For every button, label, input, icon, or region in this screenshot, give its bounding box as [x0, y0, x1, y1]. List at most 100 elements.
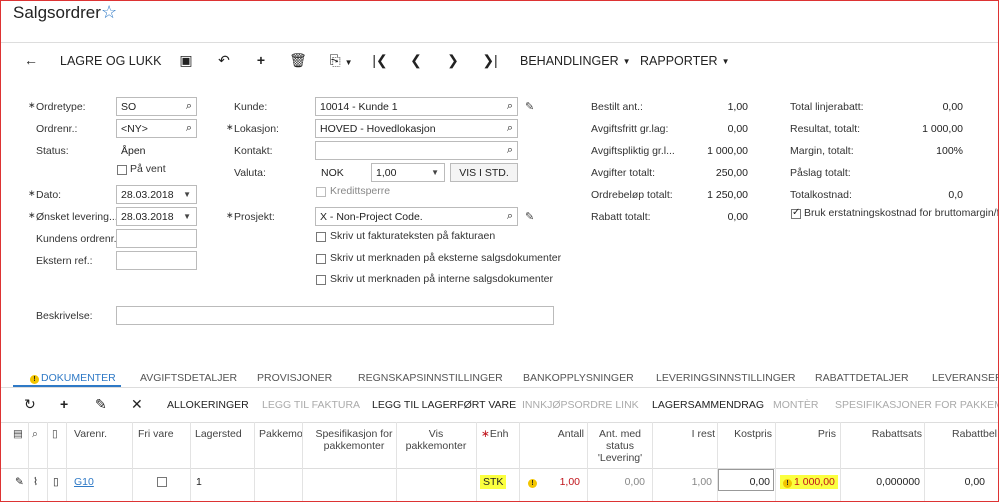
col-item[interactable]: Varenr. [74, 428, 107, 440]
tab-discount-details[interactable]: RABATTDETALJER [815, 372, 909, 384]
delete-row-icon[interactable]: ✕ [131, 396, 143, 413]
col-uom[interactable]: ∗Enh [481, 428, 509, 440]
currency-rate-field[interactable]: 1,00 ▼ [371, 163, 445, 182]
back-arrow-icon[interactable]: ← [22, 52, 40, 68]
replacement-cost-checkbox[interactable] [791, 207, 801, 219]
row-free-item-checkbox[interactable] [157, 477, 167, 487]
summary-value: 0,00 [942, 101, 963, 113]
tab-tax-details[interactable]: AVGIFTSDETALJER [140, 372, 237, 384]
row-note-icon[interactable]: ▯ [53, 476, 59, 488]
ext-ref-field[interactable] [116, 251, 197, 270]
col-open[interactable]: I rest [655, 428, 715, 440]
search-icon[interactable]: ⌕ [507, 210, 513, 223]
tab-shipping-settings[interactable]: LEVERINGSINNSTILLINGER [656, 372, 795, 384]
chevron-down-icon[interactable]: ▼ [183, 190, 191, 199]
status-label: Status: [36, 145, 69, 157]
chevron-down-icon[interactable]: ▼ [183, 212, 191, 221]
order-nbr-field[interactable]: <NY> ⌕ [116, 119, 197, 138]
last-record-icon[interactable]: ❯| [481, 52, 499, 69]
col-discount-pct[interactable]: Rabattsats [840, 428, 922, 440]
chevron-down-icon: ▼ [622, 56, 631, 66]
col-qty-ship[interactable]: Ant. med status 'Levering' [592, 428, 648, 464]
allocations-button[interactable]: ALLOKERINGER [167, 399, 249, 411]
tab-commissions[interactable]: PROVISJONER [257, 372, 332, 384]
col-show-kit[interactable]: Vis pakkemonter [404, 428, 468, 452]
assemble-button[interactable]: MONTÈR [773, 399, 819, 411]
search-icon[interactable]: ⌕ [507, 122, 513, 135]
print-external-checkbox[interactable] [316, 254, 326, 264]
undo-icon[interactable]: ↶ [215, 52, 233, 69]
edit-pencil-icon[interactable]: ✎ [525, 100, 534, 113]
print-internal-checkbox[interactable] [316, 275, 326, 285]
summary-label: Rabatt totalt: [591, 211, 651, 223]
credit-hold-checkbox[interactable] [316, 187, 326, 197]
search-icon[interactable]: ⌕ [507, 100, 513, 113]
on-hold-checkbox[interactable] [117, 165, 127, 175]
summary-label: Avgifter totalt: [591, 167, 656, 179]
save-icon[interactable]: ▣ [177, 52, 195, 69]
favorite-star-icon[interactable]: ☆ [101, 2, 117, 23]
row-qty: 1,00 [559, 476, 580, 488]
first-record-icon[interactable]: |❮ [371, 52, 389, 69]
row-discount-amount: 0,00 [964, 476, 985, 488]
edit-icon[interactable]: ✎ [95, 396, 107, 413]
save-close-button[interactable]: LAGRE OG LUKK [60, 52, 161, 70]
cust-order-field[interactable] [116, 229, 197, 248]
col-cost[interactable]: Kostpris [719, 428, 772, 440]
col-discount-amount[interactable]: Rabattbel [925, 428, 997, 440]
search-icon[interactable]: ⌕ [507, 144, 513, 157]
add-row-icon[interactable]: + [60, 396, 68, 412]
col-free-item[interactable]: Fri vare [138, 428, 174, 440]
inventory-summary-button[interactable]: LAGERSAMMENDRAG [652, 399, 764, 411]
contact-field[interactable]: ⌕ [315, 141, 518, 160]
tab-payment-settings[interactable]: BANKOPPLYSNINGER [523, 372, 634, 384]
row-attachment-icon[interactable]: ⌇ [33, 476, 38, 488]
row-warning-icon: ! [528, 476, 539, 488]
next-record-icon[interactable]: ❯ [444, 52, 462, 69]
project-field[interactable]: X - Non-Project Code. ⌕ [315, 207, 518, 226]
copy-paste-icon[interactable]: ⎘ ▼ [326, 52, 356, 69]
previous-record-icon[interactable]: ❮ [407, 52, 425, 69]
po-link-button[interactable]: INNKJØPSORDRE LINK [522, 399, 639, 411]
title-divider [0, 42, 999, 43]
col-price[interactable]: Pris [776, 428, 836, 440]
col-warehouse[interactable]: Lagersted [195, 428, 242, 440]
tab-shipments[interactable]: LEVERANSER [932, 372, 999, 384]
row-discount-pct: 0,000000 [876, 476, 920, 488]
col-kit[interactable]: Pakkemo [259, 428, 303, 440]
tab-documents[interactable]: ! DOKUMENTER [30, 372, 116, 384]
delete-icon[interactable]: 🗑 [289, 52, 307, 69]
tab-label: DOKUMENTER [41, 372, 116, 384]
row-edit-icon[interactable]: ✎ [15, 476, 24, 488]
row-qty-ship: 0,00 [624, 476, 645, 488]
date-value: 28.03.2018 [121, 189, 174, 201]
project-value: X - Non-Project Code. [320, 211, 423, 223]
processing-label: BEHANDLINGER [520, 54, 619, 68]
search-icon[interactable]: ⌕ [186, 122, 192, 135]
add-invoice-button[interactable]: LEGG TIL FAKTURA [262, 399, 360, 411]
order-type-field[interactable]: SO ⌕ [116, 97, 197, 116]
kit-specifications-button[interactable]: SPESIFIKASJONER FOR PAKKEMO [835, 399, 999, 411]
col-uom-label: Enh [489, 428, 509, 440]
print-invoice-checkbox[interactable] [316, 232, 326, 242]
chevron-down-icon[interactable]: ▼ [431, 168, 439, 177]
edit-pencil-icon[interactable]: ✎ [525, 210, 534, 223]
search-icon[interactable]: ⌕ [186, 100, 192, 113]
add-stock-item-button[interactable]: LEGG TIL LAGERFØRT VARE [372, 399, 516, 411]
date-field[interactable]: 28.03.2018 ▼ [116, 185, 197, 204]
row-item-link[interactable]: G10 [74, 476, 94, 488]
customer-field[interactable]: 10014 - Kunde 1 ⌕ [315, 97, 518, 116]
view-base-button[interactable]: VIS I STD. [450, 163, 518, 182]
location-value: HOVED - Hovedlokasjon [320, 123, 436, 135]
requested-date-field[interactable]: 28.03.2018 ▼ [116, 207, 197, 226]
processing-menu[interactable]: BEHANDLINGER ▼ [520, 52, 631, 70]
tab-financial-settings[interactable]: REGNSKAPSINNSTILLINGER [358, 372, 503, 384]
reports-menu[interactable]: RAPPORTER ▼ [640, 52, 730, 70]
location-field[interactable]: HOVED - Hovedlokasjon ⌕ [315, 119, 518, 138]
col-qty[interactable]: Antall [522, 428, 584, 440]
refresh-icon[interactable]: ↻ [24, 396, 36, 413]
col-kit-spec[interactable]: Spesifikasjon for pakkemonter [314, 428, 394, 452]
add-icon[interactable]: + [252, 52, 270, 68]
description-field[interactable] [116, 306, 554, 325]
summary-label: Bestilt ant.: [591, 101, 643, 113]
